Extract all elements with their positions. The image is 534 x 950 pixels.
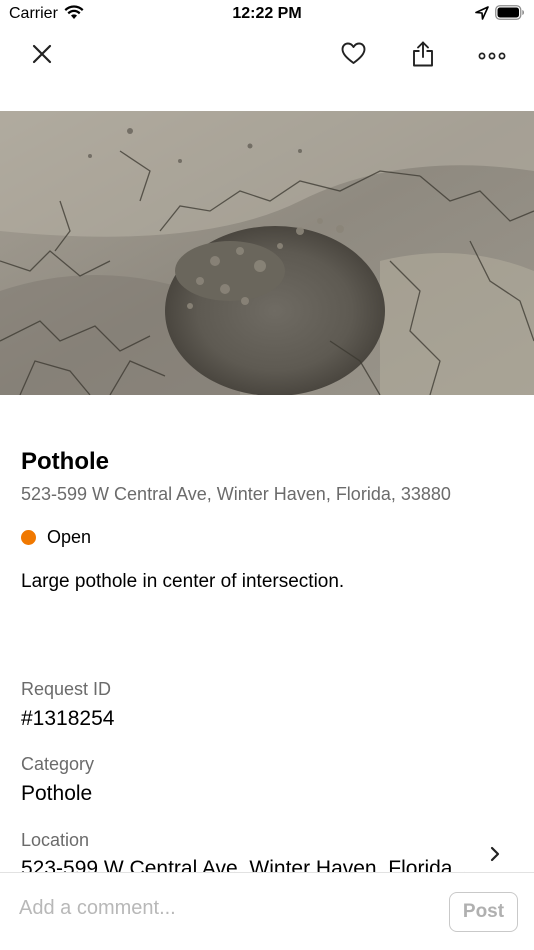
location-row[interactable]: Location 523-599 W Central Ave, Winter H… (0, 826, 534, 872)
request-photo[interactable] (0, 111, 534, 395)
heart-icon (341, 42, 366, 70)
more-icon (478, 47, 506, 65)
category-value: Pothole (21, 782, 93, 805)
close-icon (32, 44, 52, 69)
status-bar: Carrier 12:22 PM (0, 0, 534, 28)
comment-bar: Post (0, 872, 534, 950)
more-button[interactable] (472, 38, 512, 74)
category-label: Category (21, 754, 95, 774)
location-arrow-icon (475, 6, 489, 25)
nav-bar (0, 28, 534, 84)
share-button[interactable] (403, 38, 443, 74)
chevron-right-icon (490, 846, 500, 867)
status-label: Open (47, 527, 92, 547)
status-dot (21, 530, 36, 545)
close-button[interactable] (22, 38, 62, 74)
location-value: 523-599 W Central Ave, Winter Haven, Flo… (21, 857, 465, 872)
battery-icon (495, 5, 525, 26)
share-icon (412, 41, 434, 72)
request-id-value: #1318254 (21, 707, 115, 730)
request-address: 523-599 W Central Ave, Winter Haven, Flo… (21, 484, 451, 504)
request-description: Large pothole in center of intersection. (21, 571, 345, 592)
request-title: Pothole (21, 448, 109, 475)
status-time: 12:22 PM (232, 5, 302, 22)
location-label: Location (21, 830, 90, 850)
comment-input[interactable] (19, 893, 429, 923)
post-button[interactable]: Post (449, 892, 518, 932)
status-indicator: Open (21, 527, 91, 548)
favorite-button[interactable] (333, 38, 373, 74)
request-id-label: Request ID (21, 679, 112, 699)
